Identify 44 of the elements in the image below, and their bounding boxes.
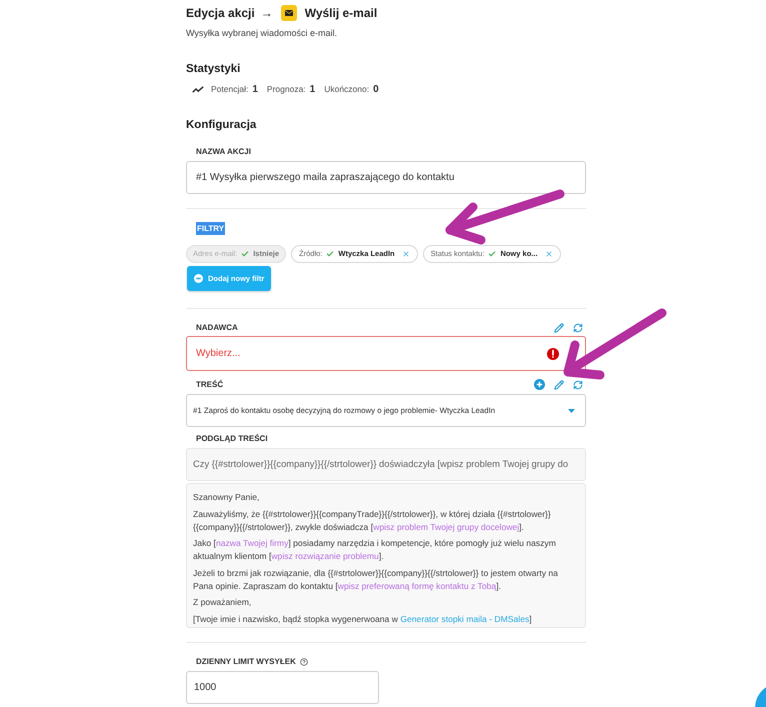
- check-icon: [326, 250, 334, 258]
- email-paragraph: Jako [nazwa Twojej firmy] posiadamy narzędzia i kompetencje, które pomogły już wielu naszym aktualnym klientom [wpisz rozwiązanie problemu].: [193, 537, 557, 563]
- plus-circle-icon[interactable]: [534, 379, 545, 390]
- stat-label: Prognoza:: [266, 83, 306, 96]
- email-paragraph: [Twoje imie i nazwisko, bądź stopka wygenerwoana w Generator stopki maila - DMSales]: [193, 612, 533, 626]
- close-icon[interactable]: [544, 250, 553, 258]
- email-paragraph: Z poważaniem,: [193, 596, 252, 609]
- stat-value: 1: [310, 83, 316, 97]
- field-label: DZIENNY LIMIT WYSYŁEK: [196, 657, 296, 667]
- stat-value: 1: [252, 83, 258, 97]
- close-icon[interactable]: [402, 250, 410, 258]
- pencil-icon[interactable]: [554, 380, 564, 390]
- pencil-icon[interactable]: [554, 323, 564, 333]
- caret-down-icon: [568, 408, 575, 412]
- help-icon[interactable]: [300, 658, 308, 666]
- line-chart-icon: [192, 86, 204, 93]
- field-label: NADAWCA: [196, 323, 238, 333]
- stat-label: Ukończono:: [324, 83, 370, 96]
- error-icon: [547, 348, 559, 360]
- breadcrumb-title: Edycja akcji: [186, 5, 255, 22]
- field-label: PODGLĄD TREŚCI: [196, 434, 268, 444]
- action-title: Wyślij e-mail: [304, 5, 378, 22]
- refresh-icon[interactable]: [573, 380, 583, 390]
- daily-limit-input[interactable]: 1000: [186, 671, 379, 704]
- field-label: NAZWA AKCJI: [196, 147, 251, 157]
- filters-label: FILTRY: [196, 222, 226, 235]
- section-title: Statystyki: [186, 62, 242, 76]
- field-label: TREŚĆ: [196, 380, 224, 390]
- action-name-input[interactable]: #1 Wysyłka pierwszego maila zapraszającego do kontaktu: [186, 161, 586, 194]
- subject-preview-field: Czy {{#strtolower}}{{company}}{{/strtolower}} doświadczyła [wpisz problem Twojej grupy do: [186, 448, 586, 481]
- arrow-separator: →: [260, 5, 273, 22]
- check-icon: [241, 250, 250, 258]
- envelope-icon: [280, 5, 297, 21]
- email-paragraph: Jeżeli to brzmi jak rozwiązanie, dla {{#strtolower}}{{company}}{{/strtolower}} to jestem otwarty na Pana opinie. Zapraszam do kontaktu [wpisz preferowaną formę kontaktu z Tobą].: [193, 566, 559, 592]
- sender-select[interactable]: Wybierz...: [186, 336, 586, 371]
- refresh-icon[interactable]: [573, 323, 583, 333]
- stat-value: 0: [373, 83, 379, 97]
- action-description: Wysyłka wybranej wiadomości e-mail.: [186, 27, 338, 39]
- email-paragraph: Szanowny Panie,: [193, 491, 260, 504]
- check-icon: [488, 250, 496, 258]
- stat-label: Potencjał:: [211, 83, 248, 96]
- minus-circle-icon: [194, 274, 203, 283]
- email-paragraph: Zauważyliśmy, że {{#strtolower}}{{companyTrade}}{{/strtolower}}, w której działa {{#strtolower}}{{company}}{{/strtolower}}, zwykle doświadcza [wpisz problem Twojej grupy docelowej].: [193, 508, 552, 534]
- section-title: Konfiguracja: [186, 118, 258, 132]
